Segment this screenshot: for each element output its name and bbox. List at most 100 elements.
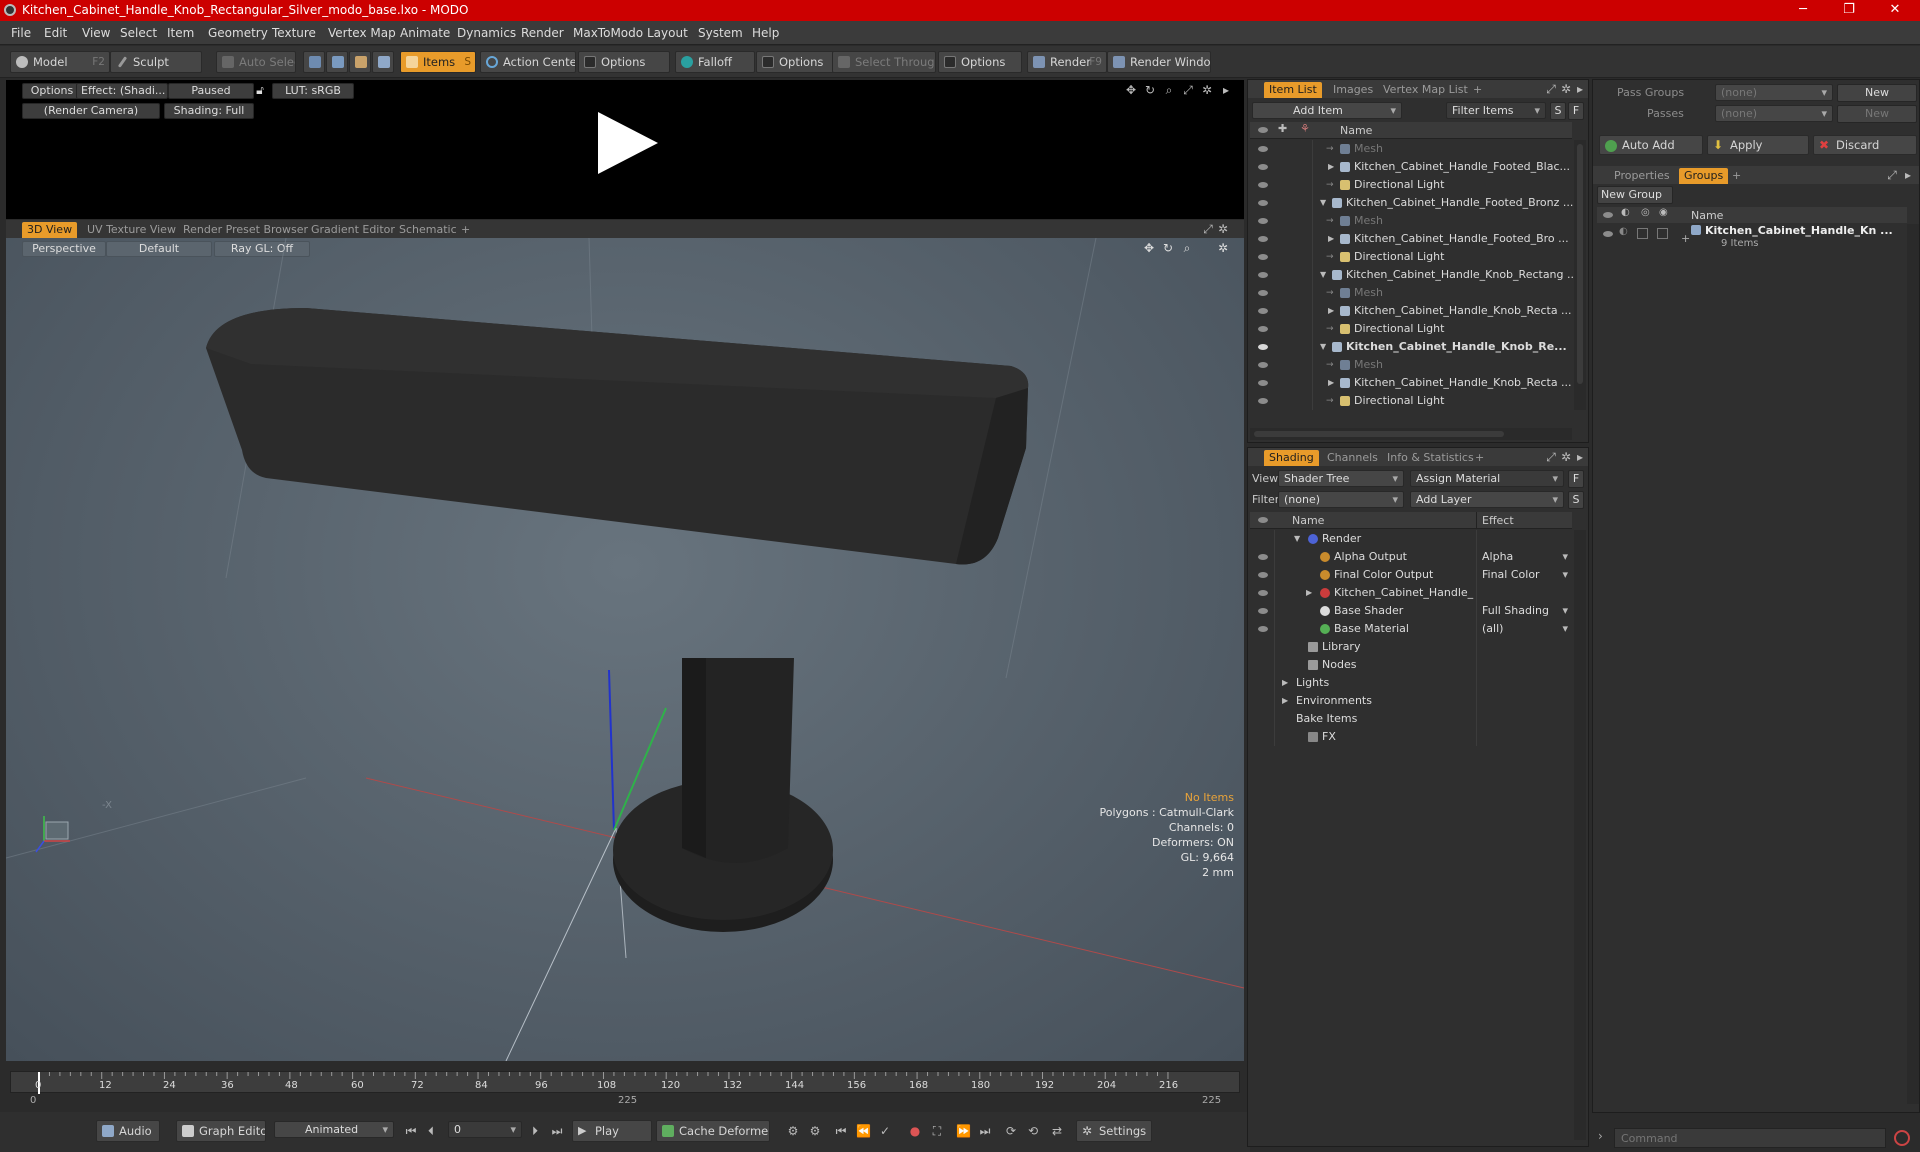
animated-dropdown[interactable]: Animated xyxy=(274,1121,394,1138)
shading-f-button[interactable]: F xyxy=(1568,470,1584,488)
groups-scrollbar[interactable] xyxy=(1907,224,1919,1104)
model-mode-button[interactable]: Model F2 xyxy=(10,51,110,73)
shader-tree-row[interactable]: ▶ Kitchen_Cabinet_Handle_K... xyxy=(1250,584,1572,602)
shading-scrollbar[interactable] xyxy=(1574,530,1586,1140)
loop-icon[interactable]: ⟳ xyxy=(1004,1124,1018,1138)
new-group-button[interactable]: New Group xyxy=(1597,186,1673,204)
camera-dropdown[interactable]: (Render Camera) xyxy=(22,103,160,119)
shading-dropdown[interactable]: Shading: Full xyxy=(164,103,254,119)
edges-mode-button[interactable] xyxy=(326,51,348,73)
expand-arrow-icon[interactable]: ▼ xyxy=(1320,338,1326,356)
maximize-view-icon[interactable]: ⤢ xyxy=(1201,222,1215,236)
settings-button[interactable]: ✲ Settings xyxy=(1076,1120,1152,1142)
assign-material-button[interactable]: Assign Material xyxy=(1410,470,1564,487)
stop-icon[interactable] xyxy=(1894,1130,1910,1146)
minimize-button[interactable]: ─ xyxy=(1780,0,1826,21)
select-toggle-box[interactable] xyxy=(1657,228,1668,239)
prev-key-icon[interactable]: ⏮ xyxy=(834,1124,848,1138)
effect-dropdown[interactable]: Full Shading ▾ xyxy=(1482,602,1572,620)
visibility-eye-icon[interactable] xyxy=(1258,200,1268,206)
step-back-icon[interactable]: ⏴ xyxy=(424,1124,438,1138)
vertices-mode-button[interactable] xyxy=(303,51,325,73)
pass-groups-dropdown[interactable]: (none) xyxy=(1715,84,1833,101)
key-set-icon[interactable]: ✓ xyxy=(878,1124,892,1138)
tab-properties[interactable]: Properties xyxy=(1609,168,1675,184)
next-key-frame-icon[interactable]: ⏭ xyxy=(978,1124,992,1138)
passes-dropdown[interactable]: (none) xyxy=(1715,105,1833,122)
timeline-ruler[interactable]: 0 12 24 36 48 60 72 84 96 108 120 132 14… xyxy=(10,1071,1240,1094)
falloff-options-button[interactable]: Options xyxy=(756,51,836,73)
tab-groups[interactable]: Groups xyxy=(1679,168,1729,184)
play-button[interactable]: ▶ Play xyxy=(572,1120,652,1142)
shader-tree-row[interactable]: ▼ Render xyxy=(1250,530,1572,548)
menu-texture[interactable]: Texture xyxy=(272,26,316,40)
view-dropdown[interactable]: Shader Tree xyxy=(1278,470,1404,487)
item-list-row[interactable]: → Mesh xyxy=(1250,356,1572,374)
tab-info-statistics[interactable]: Info & Statistics xyxy=(1382,450,1479,466)
item-list-hscrollbar[interactable] xyxy=(1250,428,1572,440)
command-input[interactable] xyxy=(1614,1128,1886,1148)
shader-tree-row[interactable]: ▶ Lights xyxy=(1250,674,1572,692)
visibility-eye-icon[interactable] xyxy=(1258,308,1268,314)
tab-shading[interactable]: Shading xyxy=(1264,450,1319,466)
visibility-eye-icon[interactable] xyxy=(1258,164,1268,170)
next-key-icon[interactable]: ⏩ xyxy=(956,1124,971,1138)
visibility-eye-icon[interactable] xyxy=(1258,626,1268,632)
key-mode-icon[interactable]: ⚙ xyxy=(786,1124,800,1138)
item-list-row[interactable]: → Directional Light xyxy=(1250,392,1572,410)
tab-images[interactable]: Images xyxy=(1328,82,1378,98)
apply-button[interactable]: ⬇ Apply xyxy=(1707,135,1809,155)
timeline[interactable]: 0 12 24 36 48 60 72 84 96 108 120 132 14… xyxy=(6,1063,1244,1111)
scrollbar-thumb[interactable] xyxy=(1577,144,1583,384)
select-through-options-button[interactable]: Options xyxy=(938,51,1022,73)
visibility-eye-icon[interactable] xyxy=(1258,326,1268,332)
current-frame-field[interactable]: 0 xyxy=(448,1121,522,1138)
zoom-icon[interactable]: ⌕ xyxy=(1162,83,1176,97)
filter-f-button[interactable]: F xyxy=(1568,102,1584,120)
group-row[interactable]: ◐ + Kitchen_Cabinet_Handle_Kn ... 9 Item… xyxy=(1597,224,1907,258)
shader-tree-row[interactable]: Final Color Output Final Color ▾ xyxy=(1250,566,1572,584)
shader-tree-row[interactable]: Alpha Output Alpha ▾ xyxy=(1250,548,1572,566)
filter-dropdown[interactable]: (none) xyxy=(1278,491,1404,508)
menu-system[interactable]: System xyxy=(698,26,743,40)
lock-icon[interactable]: 🔓︎ xyxy=(253,83,267,97)
tab-add[interactable]: + xyxy=(1468,82,1487,98)
item-list-scrollbar[interactable] xyxy=(1574,140,1586,410)
maximize-panel-icon[interactable]: ⤢ xyxy=(1544,82,1558,96)
rotate-icon[interactable]: ↻ xyxy=(1143,83,1157,97)
item-list-row[interactable]: ▶ Kitchen_Cabinet_Handle_Knob_Recta ... xyxy=(1250,374,1572,392)
skip-end-icon[interactable]: ⏭ xyxy=(550,1124,564,1138)
tab-gradient-editor[interactable]: Gradient Editor xyxy=(306,222,400,238)
visibility-eye-icon[interactable] xyxy=(1258,554,1268,560)
menu-view[interactable]: View xyxy=(82,26,110,40)
falloff-button[interactable]: Falloff xyxy=(675,51,755,73)
preview-options-button[interactable]: Options xyxy=(22,83,82,99)
items-mode-button[interactable]: Items S xyxy=(400,51,476,73)
effect-dropdown[interactable]: Alpha ▾ xyxy=(1482,548,1572,566)
item-list-row[interactable]: → Mesh xyxy=(1250,212,1572,230)
step-forward-icon[interactable]: ⏵ xyxy=(528,1124,542,1138)
auto-add-button[interactable]: Auto Add xyxy=(1599,135,1703,155)
item-list-row[interactable]: → Directional Light xyxy=(1250,176,1572,194)
menu-arrow-icon[interactable]: ▸ xyxy=(1901,168,1915,182)
visibility-eye-icon[interactable] xyxy=(1258,290,1268,296)
visibility-eye-icon[interactable] xyxy=(1258,590,1268,596)
visibility-eye-icon[interactable] xyxy=(1258,362,1268,368)
tab-schematic[interactable]: Schematic xyxy=(394,222,462,238)
maximize-button[interactable]: ❐ xyxy=(1826,0,1872,21)
visibility-eye-icon[interactable] xyxy=(1258,236,1268,242)
skip-start-icon[interactable]: ⏮ xyxy=(404,1124,418,1138)
gear-icon[interactable]: ✲ xyxy=(1559,82,1573,96)
menu-arrow-icon[interactable]: ▸ xyxy=(1219,83,1233,97)
tab-channels[interactable]: Channels xyxy=(1322,450,1383,466)
polygons-mode-button[interactable] xyxy=(349,51,371,73)
expand-arrow-icon[interactable]: ▶ xyxy=(1282,674,1288,692)
action-center-options-button[interactable]: Options xyxy=(578,51,670,73)
add-layer-dropdown[interactable]: Add Layer xyxy=(1410,491,1564,508)
render-button[interactable]: Render F9 xyxy=(1027,51,1107,73)
visibility-eye-icon[interactable] xyxy=(1258,608,1268,614)
add-item-dropdown[interactable]: Add Item xyxy=(1252,102,1402,119)
expand-arrow-icon[interactable]: ▶ xyxy=(1328,302,1334,320)
key-delete-icon[interactable]: ⛶ xyxy=(930,1124,944,1138)
effect-dropdown[interactable]: Final Color ▾ xyxy=(1482,566,1572,584)
